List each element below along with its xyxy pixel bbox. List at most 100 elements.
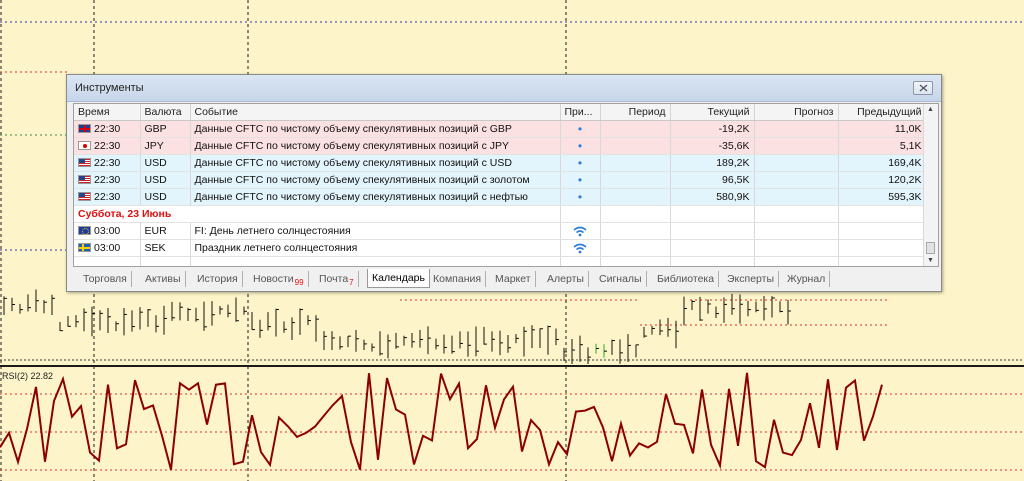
cell-period (600, 239, 671, 257)
col-event[interactable]: Событие (190, 104, 561, 121)
cell-empty (754, 205, 839, 223)
cell-time: 03:00 (74, 222, 141, 240)
toolbox-tabs: Торговля Активы История Новости99 Почта7 Кале… (73, 269, 939, 289)
cell-time: 03:00 (74, 239, 141, 257)
cell-forecast (754, 137, 839, 155)
close-button[interactable] (913, 81, 933, 95)
tab-1[interactable]: Торговля (79, 271, 132, 287)
tab-11[interactable]: Библиотека (653, 271, 720, 287)
col-time[interactable]: Время (74, 104, 141, 121)
tab-7[interactable]: Компания (429, 271, 487, 287)
cell-current: 580,9K (670, 188, 755, 206)
cell-forecast (754, 239, 839, 257)
cell-time: 22:30 (74, 154, 141, 172)
cell-period (600, 222, 671, 240)
tab-5[interactable]: Почта7 (315, 271, 359, 287)
toolbox-window[interactable]: Инструменты Время Валюта Событие При... … (66, 74, 942, 292)
cell-period (600, 188, 671, 206)
cell-previous: 169,4K (838, 154, 927, 172)
cell-empty (140, 256, 191, 266)
us-flag-icon (78, 192, 91, 201)
tab-10[interactable]: Сигналы (595, 271, 647, 287)
col-currency[interactable]: Валюта (140, 104, 191, 121)
window-title: Инструменты (75, 82, 144, 94)
cell-forecast (754, 120, 839, 138)
cell-event: Данные CFTC по чистому объему спекулятив… (190, 120, 561, 138)
table-row[interactable]: 22:30 USD Данные CFTC по чистому объему сп… (74, 154, 927, 172)
tab-label: Эксперты (727, 273, 774, 285)
vertical-scrollbar[interactable]: ▲ ▼ (923, 104, 938, 266)
time-text: 03:00 (94, 225, 121, 237)
cell-event: Данные CFTC по чистому объему спекулятив… (190, 188, 561, 206)
scroll-down-icon[interactable]: ▼ (927, 257, 934, 264)
scroll-thumb[interactable] (926, 242, 935, 254)
cell-currency: EUR (140, 222, 191, 240)
col-period[interactable]: Период (600, 104, 671, 121)
cell-currency: USD (140, 171, 191, 189)
tab-8[interactable]: Маркет (491, 271, 536, 287)
priority-dot-icon: • (577, 190, 583, 204)
col-forecast[interactable]: Прогноз (754, 104, 839, 121)
tab-label: Библиотека (657, 273, 715, 285)
date-label: Суббота, 23 Июнь (74, 205, 561, 223)
tab-label: Алерты (547, 273, 584, 285)
col-current[interactable]: Текущий (670, 104, 755, 121)
tab-12[interactable]: Эксперты (723, 271, 779, 287)
cell-previous: 595,3K (838, 188, 927, 206)
table-row[interactable]: 03:00 SEK Праздник летнего солнцестояния (74, 239, 927, 257)
tab-13[interactable]: Журнал (783, 271, 831, 287)
col-priority[interactable]: При... (560, 104, 601, 121)
cell-time: 22:30 (74, 137, 141, 155)
table-row[interactable]: 22:30 JPY Данные CFTC по чистому объему сп… (74, 137, 927, 155)
table-row[interactable]: 22:30 USD Данные CFTC по чистому объему сп… (74, 188, 927, 206)
priority-dot-icon: • (577, 139, 583, 153)
tab-label: Активы (145, 273, 181, 285)
cell-empty (560, 256, 601, 266)
tab-badge: 7 (349, 278, 354, 287)
wifi-icon (573, 243, 587, 254)
table-row[interactable]: 22:30 GBP Данные CFTC по чистому объему сп… (74, 120, 927, 138)
tab-label: Сигналы (599, 273, 642, 285)
cell-empty (754, 256, 839, 266)
tab-9[interactable]: Алерты (543, 271, 589, 287)
cell-currency: SEK (140, 239, 191, 257)
cell-current: 96,5K (670, 171, 755, 189)
us-flag-icon (78, 175, 91, 184)
calendar-table[interactable]: Время Валюта Событие При... Период Текущ… (73, 103, 939, 267)
cell-currency: JPY (140, 137, 191, 155)
col-previous[interactable]: Предыдущий (838, 104, 927, 121)
cell-empty (670, 205, 755, 223)
cell-event: FI: День летнего солнцестояния (190, 222, 561, 240)
window-titlebar[interactable]: Инструменты (67, 75, 941, 102)
us-flag-icon (78, 158, 91, 167)
cell-event: Данные CFTC по чистому объему спекулятив… (190, 154, 561, 172)
cell-forecast (754, 171, 839, 189)
cell-period (600, 154, 671, 172)
tab-label: Новости (253, 273, 294, 285)
cell-priority (560, 222, 601, 240)
tab-3[interactable]: История (193, 271, 243, 287)
date-group-row[interactable]: Суббота, 23 Июнь (74, 205, 927, 223)
table-row[interactable]: 22:30 USD Данные CFTC по чистому объему сп… (74, 171, 927, 189)
cell-previous: 5,1K (838, 137, 927, 155)
tab-label: Компания (433, 273, 482, 285)
cell-empty (600, 205, 671, 223)
cell-event: Праздник летнего солнцестояния (190, 239, 561, 257)
cell-time: 22:30 (74, 171, 141, 189)
tab-2[interactable]: Активы (141, 271, 186, 287)
table-row[interactable]: 03:00 EUR FI: День летнего солнцестояния (74, 222, 927, 240)
scroll-up-icon[interactable]: ▲ (927, 106, 934, 113)
cell-time: 22:30 (74, 188, 141, 206)
tab-label: Маркет (495, 273, 531, 285)
close-icon (919, 84, 928, 92)
cell-priority: • (560, 188, 601, 206)
tab-4[interactable]: Новости99 (249, 271, 309, 287)
cell-currency: USD (140, 188, 191, 206)
cell-priority: • (560, 171, 601, 189)
tab-label: Календарь (372, 272, 425, 284)
cell-previous: 120,2K (838, 171, 927, 189)
priority-dot-icon: • (577, 156, 583, 170)
table-header: Время Валюта Событие При... Период Текущ… (74, 104, 927, 121)
tab-6[interactable]: Календарь (367, 269, 430, 288)
cell-current (670, 222, 755, 240)
